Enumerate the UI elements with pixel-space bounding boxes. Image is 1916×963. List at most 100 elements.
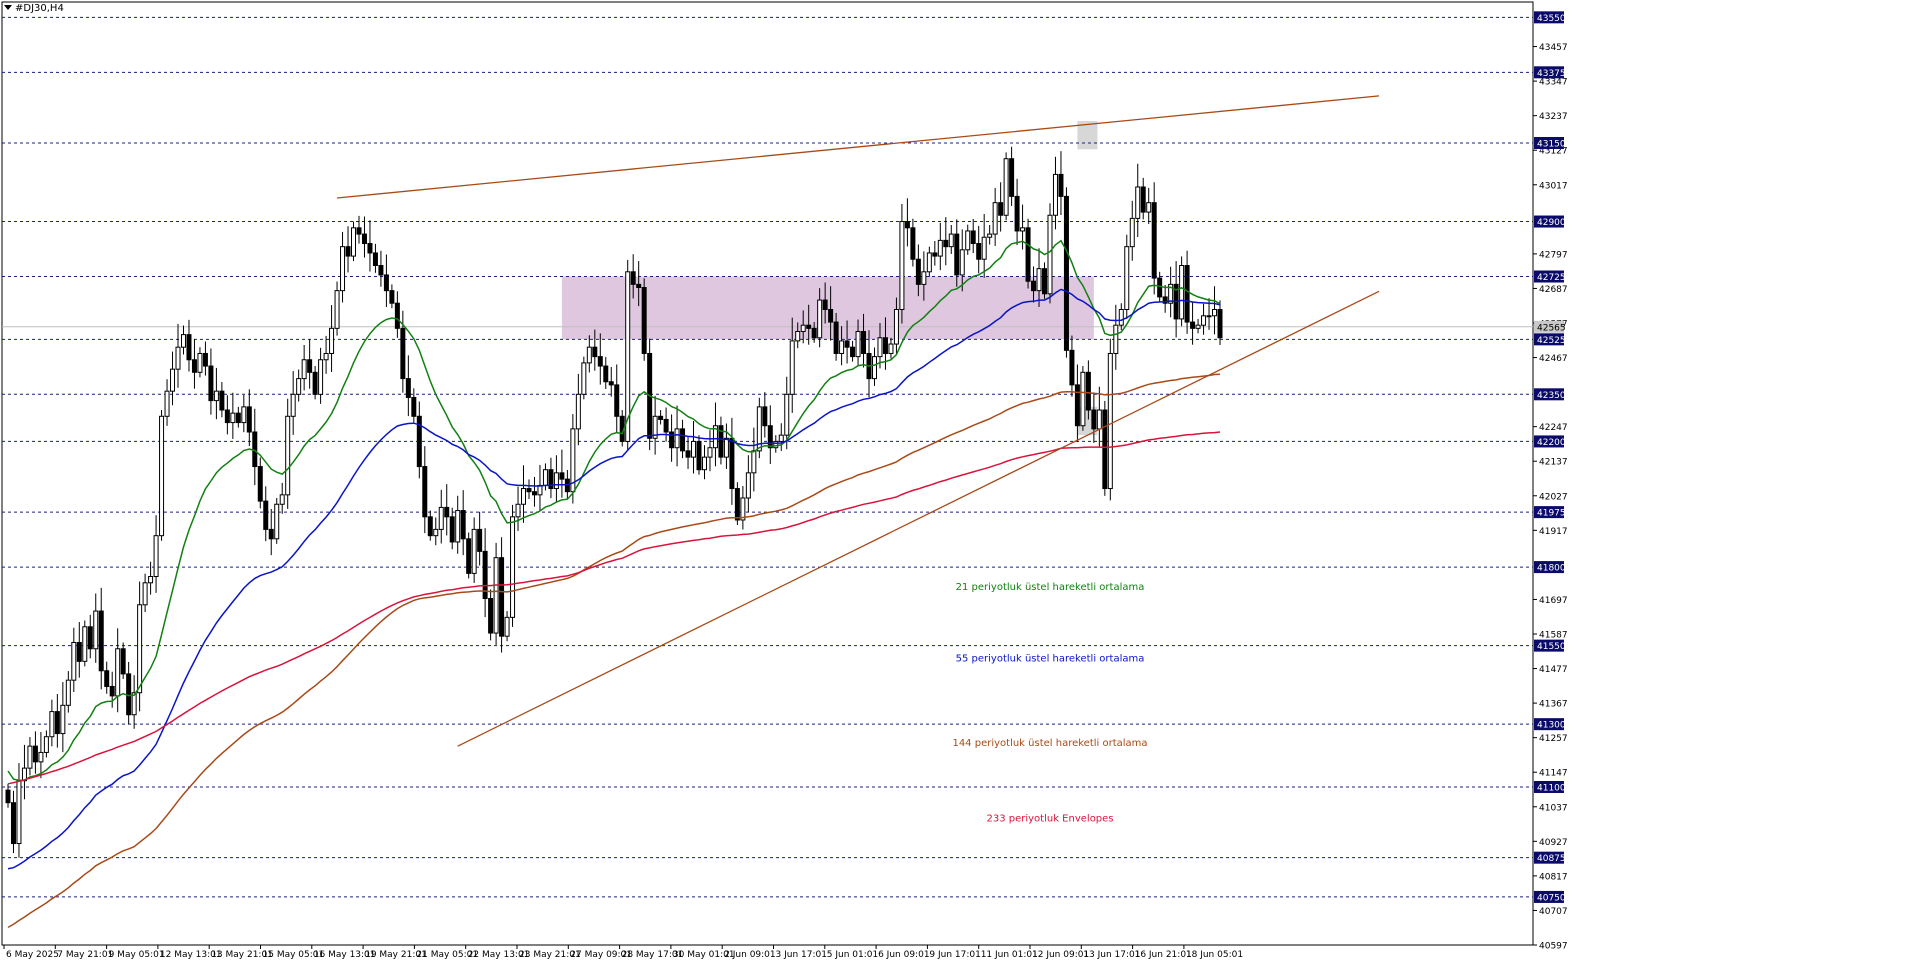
candle-bear[interactable] <box>915 258 921 285</box>
candle-bull[interactable] <box>1212 308 1218 317</box>
candle-bear[interactable] <box>1085 371 1091 411</box>
candle-bull[interactable] <box>778 434 784 442</box>
candle-bull[interactable] <box>1003 158 1009 216</box>
candle-bull[interactable] <box>71 641 77 681</box>
candle-bull[interactable] <box>674 428 680 449</box>
candle-bull[interactable] <box>159 415 165 537</box>
candle-bear[interactable] <box>1091 409 1097 430</box>
candle-bear[interactable] <box>822 299 828 310</box>
candle-bear[interactable] <box>559 472 565 480</box>
candle-bull[interactable] <box>1036 268 1042 292</box>
candle-bull[interactable] <box>784 393 790 436</box>
candle-bear[interactable] <box>10 802 16 845</box>
candle-bear[interactable] <box>1140 186 1146 213</box>
candle-bull[interactable] <box>521 488 527 505</box>
candle-bull[interactable] <box>877 337 883 358</box>
candle-bull[interactable] <box>981 236 987 260</box>
candle-bear[interactable] <box>263 500 269 530</box>
candle-bear[interactable] <box>970 230 976 245</box>
candle-bear[interactable] <box>614 384 620 417</box>
candle-bull[interactable] <box>745 472 751 499</box>
candle-bear[interactable] <box>680 428 686 452</box>
candle-bear[interactable] <box>444 506 450 518</box>
price-chart[interactable]: 21 periyotluk üstel hareketli ortalama 55… <box>0 0 1916 963</box>
candle-bear[interactable] <box>202 352 208 367</box>
candle-bear[interactable] <box>224 409 230 424</box>
candle-bear[interactable] <box>405 378 411 398</box>
candle-bull[interactable] <box>27 745 33 769</box>
candle-bear[interactable] <box>1042 268 1048 295</box>
candle-bull[interactable] <box>795 330 801 342</box>
candle-bull[interactable] <box>137 604 143 694</box>
candle-bear[interactable] <box>120 648 126 675</box>
candle-bull[interactable] <box>839 340 845 354</box>
candle-bear[interactable] <box>1190 321 1196 329</box>
candle-bull[interactable] <box>701 456 707 471</box>
candle-bear[interactable] <box>477 528 483 552</box>
candle-bear[interactable] <box>696 440 702 471</box>
candle-bull[interactable] <box>871 356 877 380</box>
candle-bull[interactable] <box>43 736 49 753</box>
candle-bear[interactable] <box>208 365 214 402</box>
candle-bull[interactable] <box>1052 173 1058 216</box>
candle-bear[interactable] <box>828 308 834 323</box>
candle-bull[interactable] <box>515 503 521 518</box>
candle-bear[interactable] <box>400 327 406 380</box>
candle-bull[interactable] <box>575 393 581 430</box>
candle-bull[interactable] <box>164 390 170 417</box>
candle-bull[interactable] <box>691 440 697 458</box>
candle-bull[interactable] <box>351 227 357 257</box>
candle-bear[interactable] <box>734 488 740 521</box>
candle-bear[interactable] <box>844 340 850 348</box>
candle-bear[interactable] <box>861 330 867 354</box>
candle-bear[interactable] <box>806 324 812 329</box>
candle-bear[interactable] <box>767 425 773 449</box>
candle-bear[interactable] <box>345 246 351 257</box>
candle-bull[interactable] <box>1096 409 1102 430</box>
candle-bear[interactable] <box>449 516 455 543</box>
candle-bull[interactable] <box>1020 227 1026 232</box>
candle-bull[interactable] <box>296 378 302 395</box>
candle-bull[interactable] <box>65 679 71 706</box>
candle-bull[interactable] <box>241 406 247 424</box>
candle-bull[interactable] <box>340 246 346 292</box>
candle-bull[interactable] <box>707 447 713 458</box>
candle-bear[interactable] <box>954 233 960 276</box>
candle-bull[interactable] <box>751 450 757 474</box>
candle-bull[interactable] <box>1124 246 1130 310</box>
candle-bull[interactable] <box>1080 371 1086 427</box>
chart-window[interactable]: 21 periyotluk üstel hareketli ortalama 55… <box>0 0 1916 963</box>
candle-bull[interactable] <box>948 233 954 248</box>
candle-bear[interactable] <box>427 516 433 537</box>
candle-bull[interactable] <box>170 368 176 392</box>
candle-bear[interactable] <box>394 302 400 329</box>
candle-bear[interactable] <box>526 488 532 493</box>
candle-bear[interactable] <box>5 789 11 804</box>
candle-bear[interactable] <box>87 626 93 650</box>
candle-bull[interactable] <box>1135 186 1141 219</box>
candle-bull[interactable] <box>323 352 329 361</box>
candle-bull[interactable] <box>115 648 121 697</box>
candle-bear[interactable] <box>1063 195 1069 351</box>
candle-bear[interactable] <box>367 243 373 254</box>
candle-bear[interactable] <box>850 346 856 358</box>
candle-bull[interactable] <box>1107 352 1113 490</box>
candle-bull[interactable] <box>438 506 444 530</box>
candle-bull[interactable] <box>433 528 439 537</box>
candle-bull[interactable] <box>49 711 55 738</box>
candle-bear[interactable] <box>1031 280 1037 292</box>
candle-bull[interactable] <box>175 346 181 370</box>
candle-bull[interactable] <box>921 271 927 285</box>
candle-bear[interactable] <box>1217 308 1223 339</box>
candle-bear[interactable] <box>1058 173 1064 197</box>
candle-bull[interactable] <box>197 352 203 373</box>
candle-bull[interactable] <box>318 359 324 395</box>
candle-bear[interactable] <box>1025 227 1031 282</box>
candle-bull[interactable] <box>965 230 971 251</box>
candle-bear[interactable] <box>663 418 669 433</box>
candle-bear[interactable] <box>608 381 614 386</box>
candle-bear[interactable] <box>312 371 318 395</box>
candle-bull[interactable] <box>1201 315 1207 326</box>
candle-bear[interactable] <box>1014 195 1020 232</box>
candle-bear[interactable] <box>460 510 466 540</box>
